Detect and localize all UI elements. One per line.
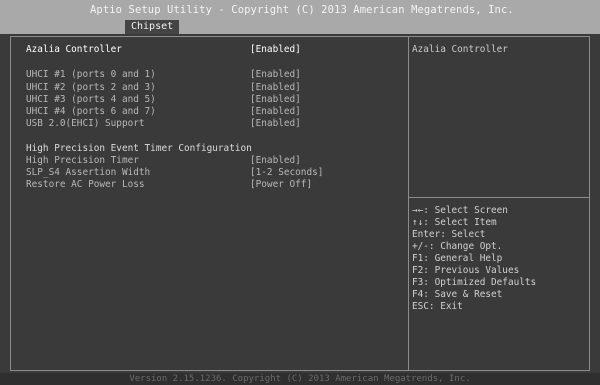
setting-uhci3-label[interactable]: UHCI #3 (ports 4 and 5) xyxy=(26,94,156,105)
setting-uhci4-label[interactable]: UHCI #4 (ports 6 and 7) xyxy=(26,106,156,117)
help-divider xyxy=(409,197,590,198)
key-help-change-opt: +/-: Change Opt. xyxy=(412,241,503,252)
setting-azalia-controller-label[interactable]: Azalia Controller xyxy=(26,44,122,55)
bios-title: Aptio Setup Utility - Copyright (C) 2013… xyxy=(90,4,514,16)
bios-header: Aptio Setup Utility - Copyright (C) 2013… xyxy=(0,0,600,34)
setting-slp-s4-label[interactable]: SLP_S4 Assertion Width xyxy=(26,167,150,178)
setting-usb20-ehci-label[interactable]: USB 2.0(EHCI) Support xyxy=(26,118,145,129)
footer-version: Version 2.15.1236. Copyright (C) 2013 Am… xyxy=(0,373,600,385)
key-help-f3: F3: Optimized Defaults xyxy=(412,277,537,288)
setting-uhci4-value[interactable]: [Enabled] xyxy=(250,106,301,117)
setting-uhci1-value[interactable]: [Enabled] xyxy=(250,69,301,80)
key-help-select-item: ↑↓: Select Item xyxy=(412,217,497,228)
section-heading-hpet: High Precision Event Timer Configuration xyxy=(26,143,252,154)
setting-restore-ac-power-label[interactable]: Restore AC Power Loss xyxy=(26,179,145,190)
key-help-esc: ESC: Exit xyxy=(412,301,463,312)
key-help-list: →←: Select Screen ↑↓: Select Item Enter:… xyxy=(412,205,536,313)
setting-uhci1-label[interactable]: UHCI #1 (ports 0 and 1) xyxy=(26,69,156,80)
key-help-f2: F2: Previous Values xyxy=(412,265,520,276)
help-title: Azalia Controller xyxy=(412,44,508,55)
setting-high-precision-timer-value[interactable]: [Enabled] xyxy=(250,155,301,166)
setting-slp-s4-value[interactable]: [1-2 Seconds] xyxy=(250,167,323,178)
setting-uhci3-value[interactable]: [Enabled] xyxy=(250,94,301,105)
tab-chipset[interactable]: Chipset xyxy=(125,20,180,34)
setting-usb20-ehci-value[interactable]: [Enabled] xyxy=(250,118,301,129)
setting-high-precision-timer-label[interactable]: High Precision Timer xyxy=(26,155,139,166)
key-help-enter: Enter: Select xyxy=(412,229,486,240)
setting-restore-ac-power-value[interactable]: [Power Off] xyxy=(250,179,312,190)
setting-uhci2-value[interactable]: [Enabled] xyxy=(250,82,301,93)
key-help-f1: F1: General Help xyxy=(412,253,503,264)
setting-uhci2-label[interactable]: UHCI #2 (ports 2 and 3) xyxy=(26,82,156,93)
setting-azalia-controller-value[interactable]: [Enabled] xyxy=(250,44,301,55)
panel-divider xyxy=(408,36,409,371)
key-help-select-screen: →←: Select Screen xyxy=(412,205,508,216)
key-help-f4: F4: Save & Reset xyxy=(412,289,503,300)
